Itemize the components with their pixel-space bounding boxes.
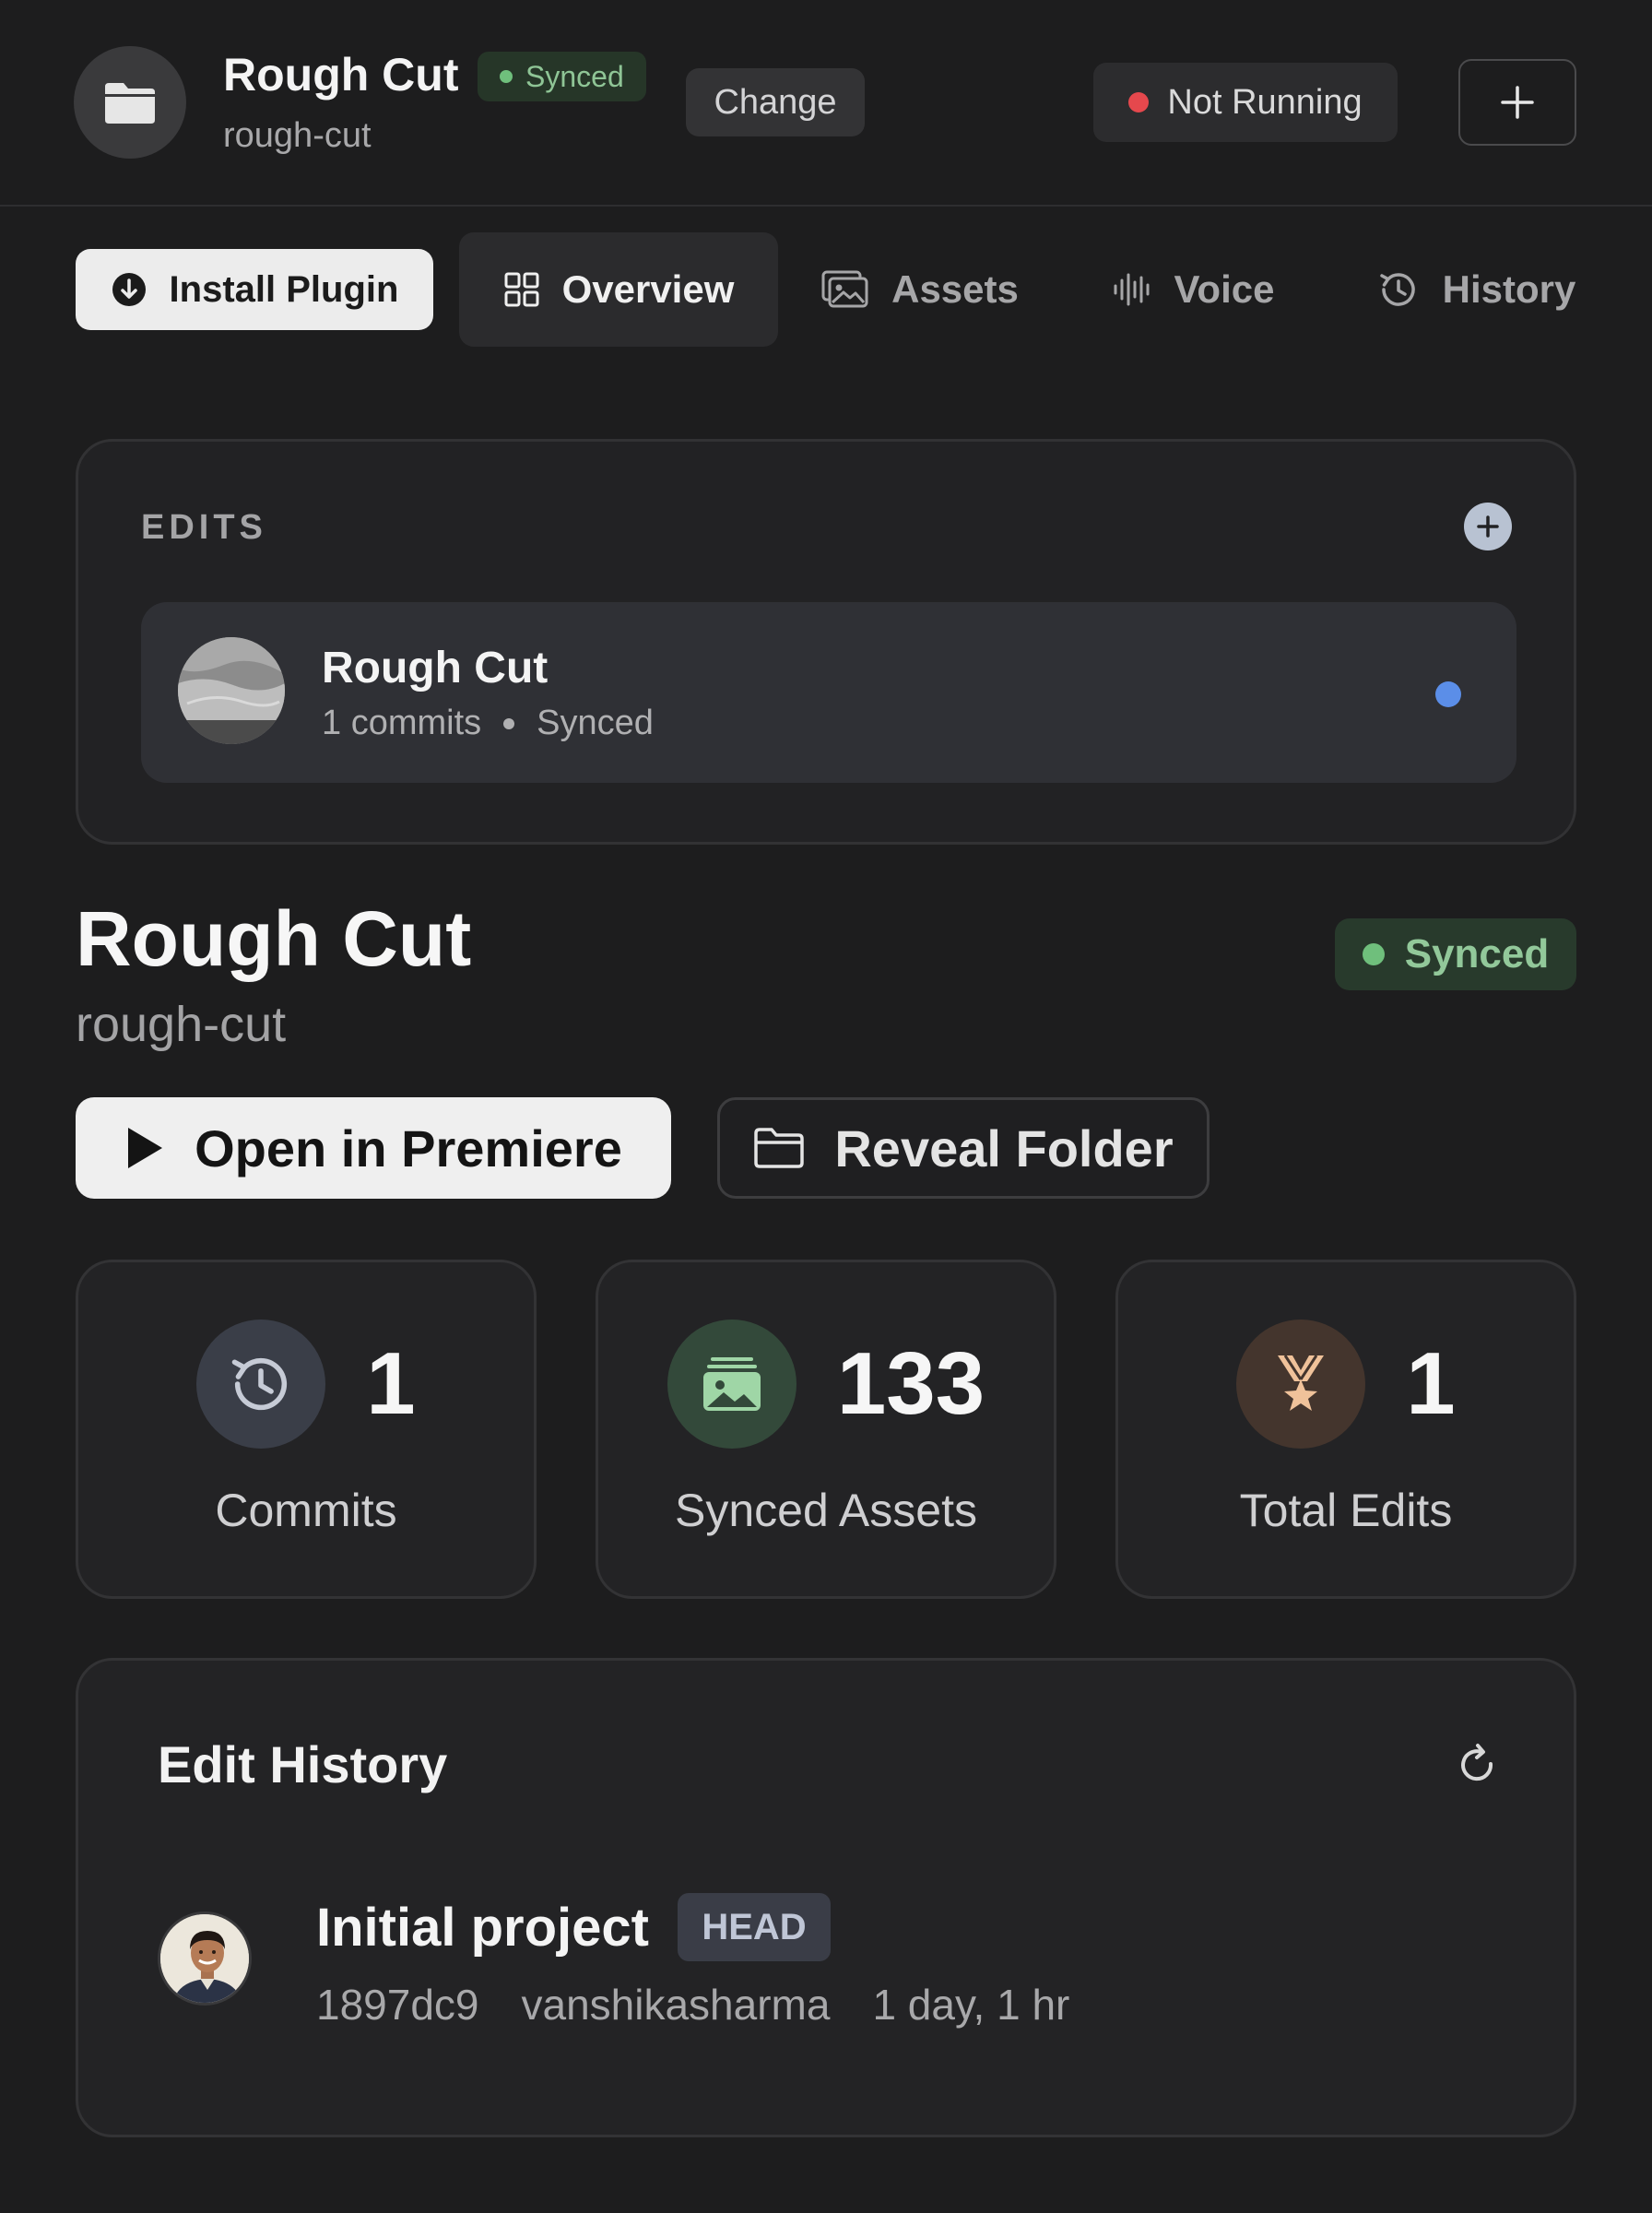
plus-icon: [1477, 515, 1499, 538]
edit-meta: 1 commits Synced: [322, 704, 654, 743]
stat-label: Total Edits: [1239, 1485, 1453, 1536]
commit-author: vanshikasharma: [521, 1981, 831, 2029]
head-badge: HEAD: [678, 1893, 831, 1961]
grid-icon: [504, 272, 539, 307]
folder-outline-icon: [754, 1128, 805, 1168]
add-button[interactable]: [1458, 59, 1576, 146]
not-running-dot-icon: [1128, 92, 1150, 112]
sync-status-label: Synced: [525, 59, 624, 93]
refresh-button[interactable]: [1448, 1736, 1507, 1795]
commit-message: Initial project: [316, 1898, 649, 1958]
status-badge-label: Synced: [1404, 931, 1550, 976]
tab-assets[interactable]: Assets: [811, 232, 1029, 347]
edit-list-item[interactable]: Rough Cut 1 commits Synced: [141, 602, 1516, 783]
images-icon: [821, 270, 868, 308]
download-circle-icon: [112, 273, 146, 306]
edits-panel: EDITS Rough Cut 1 commits Synced: [76, 439, 1576, 845]
stat-label: Synced Assets: [675, 1485, 977, 1536]
tab-history[interactable]: History: [1361, 232, 1591, 347]
stat-value: 1: [1406, 1334, 1456, 1433]
avatar: [158, 1911, 252, 2006]
sync-status-badge: Synced: [478, 52, 646, 101]
stat-value: 133: [836, 1334, 985, 1433]
open-in-premiere-label: Open in Premiere: [195, 1118, 622, 1178]
synced-dot-icon: [500, 70, 513, 83]
clock-history-icon: [1379, 273, 1415, 306]
commit-age: 1 day, 1 hr: [872, 1981, 1070, 2029]
edit-thumbnail: [178, 637, 285, 744]
reveal-folder-button[interactable]: Reveal Folder: [717, 1097, 1210, 1199]
edit-name: Rough Cut: [322, 644, 549, 692]
stat-label: Commits: [215, 1485, 397, 1536]
project-name: Rough Cut: [223, 49, 459, 101]
install-plugin-button[interactable]: Install Plugin: [76, 249, 433, 330]
tab-overview-label: Overview: [561, 267, 735, 311]
reveal-folder-label: Reveal Folder: [834, 1118, 1174, 1178]
edits-section-label: EDITS: [141, 508, 267, 547]
project-slug: rough-cut: [223, 116, 372, 155]
run-status-indicator[interactable]: Not Running: [1093, 63, 1398, 142]
tab-assets-label: Assets: [891, 267, 1019, 311]
tab-voice-label: Voice: [1174, 267, 1275, 311]
project-page: Rough Cut Synced rough-cut Change Not Ru…: [0, 0, 1652, 2213]
play-icon: [128, 1128, 163, 1168]
tab-overview[interactable]: Overview: [459, 232, 778, 347]
tab-history-label: History: [1442, 267, 1576, 311]
run-status-label: Not Running: [1167, 82, 1363, 122]
status-badge: Synced: [1335, 918, 1576, 990]
images-icon: [667, 1320, 796, 1449]
stat-card-total-edits: 1 Total Edits: [1115, 1260, 1576, 1599]
edit-history-title: Edit History: [158, 1735, 448, 1793]
edit-history-panel: Edit History Initial project HEAD 1897dc…: [76, 1658, 1576, 2137]
edit-sync-status: Synced: [537, 704, 654, 742]
open-in-premiere-button[interactable]: Open in Premiere: [76, 1097, 671, 1199]
plus-icon: [1501, 86, 1534, 119]
change-project-button[interactable]: Change: [686, 68, 865, 136]
separator-dot: [503, 717, 515, 729]
project-header: Rough Cut Synced rough-cut Change Not Ru…: [0, 0, 1652, 207]
tab-voice[interactable]: Voice: [1103, 232, 1283, 347]
stat-card-commits: 1 Commits: [76, 1260, 537, 1599]
add-edit-button[interactable]: [1464, 503, 1512, 550]
stat-value: 1: [366, 1334, 416, 1433]
stat-card-synced-assets: 133 Synced Assets: [596, 1260, 1056, 1599]
active-indicator-dot: [1435, 681, 1461, 707]
waveform-icon: [1114, 273, 1150, 306]
commit-hash[interactable]: 1897dc9: [316, 1980, 479, 2030]
commit-meta: 1897dc9 vanshikasharma 1 day, 1 hr: [316, 1980, 1069, 2030]
edit-commit-count: 1 commits: [322, 704, 482, 742]
refresh-icon: [1461, 1744, 1493, 1781]
history-icon: [196, 1320, 326, 1449]
synced-dot-icon: [1362, 943, 1385, 965]
page-slug: rough-cut: [76, 997, 287, 1052]
folder-icon[interactable]: [74, 46, 186, 159]
page-title: Rough Cut: [76, 895, 472, 982]
medal-icon: [1236, 1320, 1366, 1449]
install-plugin-label: Install Plugin: [169, 268, 399, 310]
